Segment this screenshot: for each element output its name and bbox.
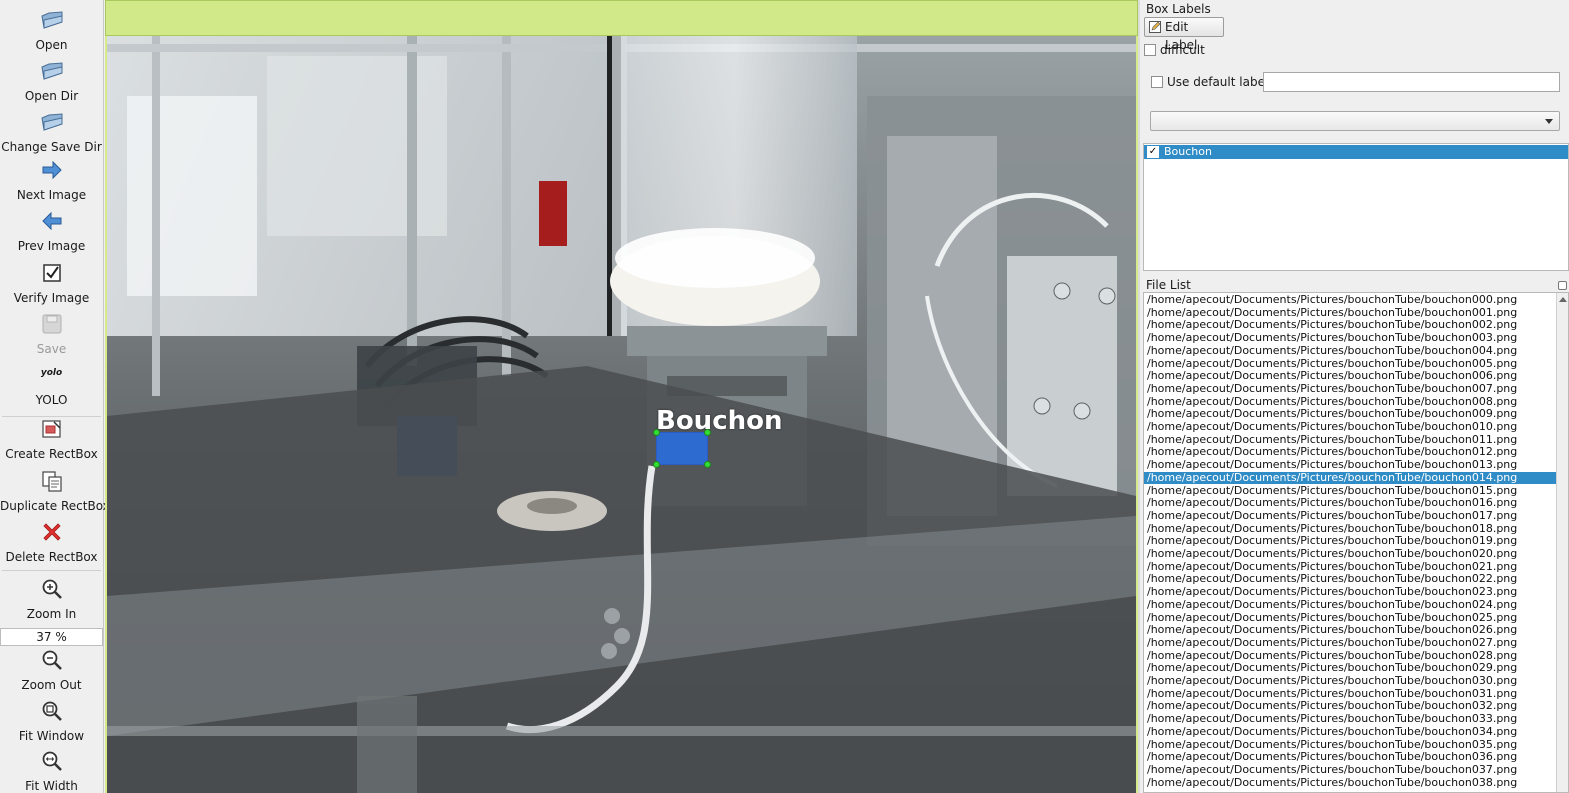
checkbox-icon — [42, 264, 61, 282]
change-save-dir-button[interactable]: Change Save Dir — [0, 106, 103, 156]
file-list: /home/apecout/Documents/Pictures/bouchon… — [1143, 292, 1569, 793]
file-list-item[interactable]: /home/apecout/Documents/Pictures/bouchon… — [1144, 776, 1556, 790]
save-button[interactable]: Save — [0, 308, 103, 358]
file-list-item[interactable]: /home/apecout/Documents/Pictures/bouchon… — [1144, 496, 1556, 510]
box-labels-title: Box Labels — [1146, 2, 1211, 16]
fit-window-button[interactable]: Fit Window — [0, 695, 103, 745]
folder-open-icon — [40, 11, 62, 29]
zoom-out-label: Zoom Out — [21, 678, 82, 692]
label-item-checkbox[interactable]: ✓ — [1147, 146, 1159, 158]
verify-image-button[interactable]: Verify Image — [0, 257, 103, 307]
file-list-item[interactable]: /home/apecout/Documents/Pictures/bouchon… — [1144, 293, 1556, 307]
open-label: Open — [35, 38, 68, 52]
verify-image-label: Verify Image — [13, 291, 90, 305]
label-list-item[interactable]: ✓ Bouchon — [1144, 145, 1568, 159]
next-image-button[interactable]: Next Image — [0, 154, 103, 204]
arrow-right-icon — [42, 160, 62, 180]
prev-image-button[interactable]: Prev Image — [0, 205, 103, 255]
difficult-checkbox[interactable] — [1144, 44, 1156, 56]
file-list-scrollbar[interactable] — [1556, 293, 1568, 792]
zoom-out-icon — [42, 650, 62, 670]
resize-handle[interactable] — [653, 429, 660, 436]
resize-handle[interactable] — [704, 429, 711, 436]
zoom-out-button[interactable]: Zoom Out — [0, 644, 103, 694]
file-list-item[interactable]: /home/apecout/Documents/Pictures/bouchon… — [1144, 458, 1556, 472]
file-list-item[interactable]: /home/apecout/Documents/Pictures/bouchon… — [1144, 344, 1556, 358]
delete-cross-icon — [42, 523, 61, 541]
default-label-input[interactable] — [1263, 72, 1560, 92]
right-dock: Box Labels Edit Label difficult Use defa… — [1140, 0, 1569, 793]
resize-handle[interactable] — [704, 461, 711, 468]
file-list-item[interactable]: /home/apecout/Documents/Pictures/bouchon… — [1144, 331, 1556, 345]
file-list-item[interactable]: /home/apecout/Documents/Pictures/bouchon… — [1144, 725, 1556, 739]
label-item-text: Bouchon — [1164, 145, 1212, 158]
file-list-item[interactable]: /home/apecout/Documents/Pictures/bouchon… — [1144, 509, 1556, 523]
yolo-icon: yolo — [40, 368, 63, 378]
duplicate-rectbox-label: Duplicate RectBox — [0, 499, 110, 513]
next-image-label: Next Image — [16, 188, 87, 202]
fit-window-icon — [42, 701, 62, 721]
dock-float-icon[interactable] — [1558, 281, 1567, 290]
change-save-dir-label: Change Save Dir — [1, 140, 102, 154]
file-list-item[interactable]: /home/apecout/Documents/Pictures/bouchon… — [1144, 585, 1556, 599]
file-list-item[interactable]: /home/apecout/Documents/Pictures/bouchon… — [1144, 674, 1556, 688]
file-list-item[interactable]: /home/apecout/Documents/Pictures/bouchon… — [1144, 763, 1556, 777]
create-rect-icon — [41, 420, 61, 438]
open-button[interactable]: Open — [0, 4, 103, 54]
canvas-background — [105, 0, 1138, 36]
label-combobox[interactable] — [1150, 111, 1560, 131]
file-list-item[interactable]: /home/apecout/Documents/Pictures/bouchon… — [1144, 712, 1556, 726]
label-list: ✓ Bouchon — [1143, 143, 1569, 271]
edit-icon — [1149, 21, 1161, 33]
use-default-label-checkbox[interactable] — [1151, 76, 1163, 88]
delete-rectbox-label: Delete RectBox — [5, 550, 98, 564]
bounding-box[interactable] — [653, 429, 711, 468]
file-list-item[interactable]: /home/apecout/Documents/Pictures/bouchon… — [1144, 369, 1556, 383]
save-label: Save — [36, 342, 67, 356]
toolbar-separator — [2, 570, 101, 571]
zoom-in-icon — [42, 579, 62, 599]
difficult-label: difficult — [1160, 43, 1205, 57]
fit-width-icon — [42, 751, 62, 771]
fit-width-label: Fit Width — [25, 779, 78, 793]
machine-photo-image — [107, 36, 1136, 793]
arrow-left-icon — [41, 211, 61, 231]
open-dir-label: Open Dir — [24, 89, 79, 103]
prev-image-label: Prev Image — [17, 239, 86, 253]
fit-width-button[interactable]: Fit Width — [0, 745, 103, 793]
image-canvas[interactable]: Bouchon — [105, 0, 1138, 793]
yolo-button[interactable]: yolo YOLO — [0, 359, 103, 409]
delete-rectbox-button[interactable]: Delete RectBox — [0, 516, 103, 566]
file-list-item[interactable]: /home/apecout/Documents/Pictures/bouchon… — [1144, 598, 1556, 612]
file-list-item[interactable]: /home/apecout/Documents/Pictures/bouchon… — [1144, 420, 1556, 434]
folder-open-icon — [40, 62, 62, 80]
file-list-item[interactable]: /home/apecout/Documents/Pictures/bouchon… — [1144, 636, 1556, 650]
duplicate-rectbox-button[interactable]: Duplicate RectBox — [0, 465, 110, 515]
scroll-up-icon — [1559, 297, 1567, 302]
yolo-label: YOLO — [35, 393, 68, 407]
edit-label-button[interactable]: Edit Label — [1144, 17, 1224, 52]
chevron-down-icon — [1545, 119, 1553, 124]
create-rectbox-label: Create RectBox — [5, 447, 98, 461]
file-list-title: File List — [1146, 278, 1191, 292]
open-dir-button[interactable]: Open Dir — [0, 55, 103, 105]
file-list-item[interactable]: /home/apecout/Documents/Pictures/bouchon… — [1144, 547, 1556, 561]
zoom-in-button[interactable]: Zoom In — [0, 573, 103, 623]
resize-handle[interactable] — [653, 461, 660, 468]
copy-icon — [41, 471, 62, 492]
file-list-item[interactable]: /home/apecout/Documents/Pictures/bouchon… — [1144, 382, 1556, 396]
create-rectbox-button[interactable]: Create RectBox — [0, 413, 103, 463]
toolbar: Open Open Dir Change Save Dir Next Image — [0, 0, 110, 793]
labelimg-window: Open Open Dir Change Save Dir Next Image — [0, 0, 1569, 793]
use-default-label-text: Use default label — [1167, 75, 1269, 89]
file-list-item[interactable]: /home/apecout/Documents/Pictures/bouchon… — [1144, 471, 1556, 485]
zoom-in-label: Zoom In — [26, 607, 77, 621]
save-icon — [42, 314, 61, 334]
folder-open-icon — [40, 113, 62, 131]
file-list-item[interactable]: /home/apecout/Documents/Pictures/bouchon… — [1144, 750, 1556, 764]
file-list-item[interactable]: /home/apecout/Documents/Pictures/bouchon… — [1144, 623, 1556, 637]
fit-window-label: Fit Window — [18, 729, 85, 743]
